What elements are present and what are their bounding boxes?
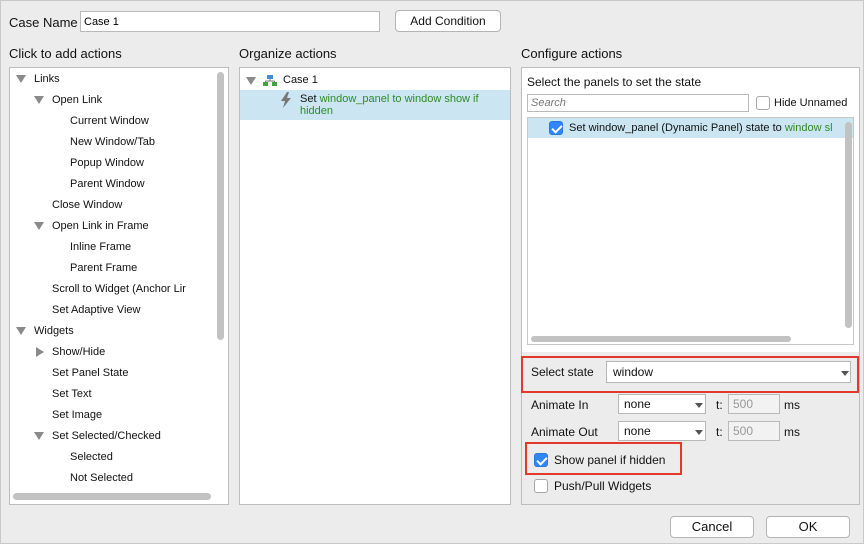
tree-item-selected[interactable]: Selected	[70, 449, 113, 465]
chevron-down-icon[interactable]	[34, 96, 44, 104]
ok-button[interactable]: OK	[766, 516, 850, 538]
lightning-icon	[281, 92, 291, 108]
vertical-scrollbar[interactable]	[217, 72, 224, 340]
animate-out-ms: ms	[784, 425, 800, 439]
panels-title: Select the panels to set the state	[527, 75, 702, 89]
chevron-down-icon	[695, 430, 703, 435]
tree-item-new-window-tab[interactable]: New Window/Tab	[70, 134, 155, 150]
panels-list: Set window_panel (Dynamic Panel) state t…	[527, 117, 854, 345]
tree-item-not-selected[interactable]: Not Selected	[70, 470, 133, 486]
animate-out-t-label: t:	[716, 425, 723, 439]
right-column-title: Configure actions	[521, 46, 623, 61]
case-name-label: Case Name	[9, 15, 78, 30]
tree-item-set-panel-state[interactable]: Set Panel State	[52, 365, 128, 381]
tree-item-set-image[interactable]: Set Image	[52, 407, 102, 423]
animate-in-duration[interactable]: 500	[728, 394, 780, 414]
case-label: Case 1	[283, 74, 318, 86]
select-state-highlight	[521, 356, 859, 393]
tree-item-parent-frame[interactable]: Parent Frame	[70, 260, 137, 276]
chevron-down-icon[interactable]	[34, 222, 44, 230]
animate-in-label: Animate In	[531, 398, 589, 412]
panel-row[interactable]: Set window_panel (Dynamic Panel) state t…	[528, 118, 853, 138]
tree-item-parent-window[interactable]: Parent Window	[70, 176, 145, 192]
push-pull-checkbox[interactable]	[534, 479, 548, 493]
animate-in-ms: ms	[784, 398, 800, 412]
animate-in-dropdown[interactable]: none	[618, 394, 706, 414]
tree-item-set-text[interactable]: Set Text	[52, 386, 92, 402]
animate-out-value: none	[624, 424, 651, 438]
configure-actions-panel: Select the panels to set the state Hide …	[521, 67, 860, 505]
push-pull-label: Push/Pull Widgets	[554, 479, 652, 493]
search-input[interactable]	[527, 94, 749, 112]
tree-item-set-adaptive-view[interactable]: Set Adaptive View	[52, 302, 140, 318]
add-condition-button[interactable]: Add Condition	[395, 10, 501, 32]
animate-out-duration[interactable]: 500	[728, 421, 780, 441]
show-panel-highlight	[525, 442, 682, 475]
chevron-right-icon[interactable]	[36, 347, 44, 357]
chevron-down-icon[interactable]	[246, 77, 256, 85]
panels-vertical-scrollbar[interactable]	[845, 122, 852, 328]
animate-out-label: Animate Out	[531, 425, 598, 439]
chevron-down-icon	[695, 403, 703, 408]
organize-actions-panel: Case 1 Set window_panel to window show i…	[239, 67, 511, 505]
cancel-button[interactable]: Cancel	[670, 516, 754, 538]
tree-item-scroll-to-widget[interactable]: Scroll to Widget (Anchor Lir	[52, 281, 186, 297]
tree-item-close-window[interactable]: Close Window	[52, 197, 122, 213]
middle-column-title: Organize actions	[239, 46, 337, 61]
animate-in-value: none	[624, 397, 651, 411]
chevron-down-icon[interactable]	[16, 327, 26, 335]
action-row[interactable]: Set window_panel to window show if hidde…	[240, 90, 510, 120]
tree-item-current-window[interactable]: Current Window	[70, 113, 149, 129]
left-column-title: Click to add actions	[9, 46, 122, 61]
horizontal-scrollbar[interactable]	[13, 493, 211, 500]
panel-row-checkbox[interactable]	[549, 121, 563, 135]
tree-item-popup-window[interactable]: Popup Window	[70, 155, 144, 171]
chevron-down-icon[interactable]	[34, 432, 44, 440]
case-name-input[interactable]	[80, 11, 380, 32]
tree-item-inline-frame[interactable]: Inline Frame	[70, 239, 131, 255]
panel-row-text: Set window_panel (Dynamic Panel) state t…	[569, 122, 833, 134]
panels-horizontal-scrollbar[interactable]	[531, 336, 791, 342]
animate-in-t-label: t:	[716, 398, 723, 412]
chevron-down-icon[interactable]	[16, 75, 26, 83]
actions-tree: Links Open Link Current Window New Windo…	[9, 67, 229, 505]
action-text: Set window_panel to window show if hidde…	[300, 93, 479, 117]
animate-out-dropdown[interactable]: none	[618, 421, 706, 441]
case-icon	[263, 75, 277, 86]
hide-unnamed-checkbox[interactable]	[756, 96, 770, 110]
hide-unnamed-label: Hide Unnamed	[774, 97, 848, 109]
